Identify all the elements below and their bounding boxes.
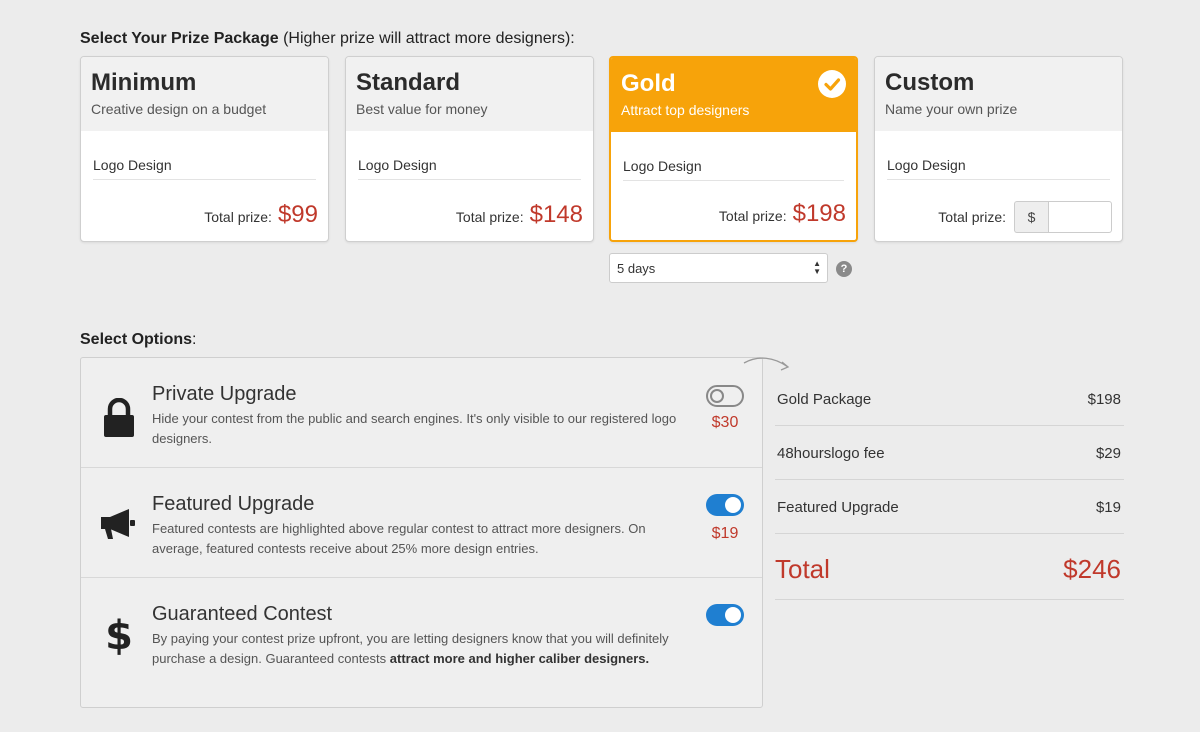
option-description: Hide your contest from the public and se… <box>152 411 677 446</box>
package-amount: $99 <box>277 201 318 228</box>
package-amount: $148 <box>529 201 583 228</box>
package-card-header: Minimum Creative design on a budget <box>81 57 328 131</box>
option-guaranteed-contest: $ Guaranteed Contest By paying your cont… <box>81 578 762 708</box>
package-name: Minimum <box>91 69 197 96</box>
duration-selected-value: 5 days <box>617 260 656 276</box>
option-title: Guaranteed Contest <box>152 603 333 625</box>
package-item: Logo Design <box>93 157 316 180</box>
package-item: Logo Design <box>358 157 581 180</box>
package-subtitle: Creative design on a budget <box>91 101 267 117</box>
package-total: Total prize: $198 <box>718 200 846 227</box>
package-card-standard[interactable]: Standard Best value for money Logo Desig… <box>345 56 594 242</box>
package-total: Total prize: $148 <box>455 201 583 228</box>
option-price: $30 <box>711 414 739 431</box>
currency-addon: $ <box>1014 201 1048 233</box>
custom-prize-input[interactable] <box>1048 201 1112 233</box>
options-heading: Select Options: <box>80 331 197 348</box>
total-value: $246 <box>1063 554 1121 584</box>
package-total: Total prize: $ <box>938 197 1112 233</box>
package-subtitle: Best value for money <box>356 101 488 117</box>
package-card-custom[interactable]: Custom Name your own prize Logo Design T… <box>874 56 1123 242</box>
package-amount: $198 <box>792 200 846 227</box>
summary-row: Featured Upgrade $19 <box>775 480 1124 534</box>
options-panel: Private Upgrade Hide your contest from t… <box>80 357 763 708</box>
guaranteed-contest-toggle[interactable] <box>706 604 744 626</box>
dollar-icon: $ <box>105 613 133 659</box>
option-title: Featured Upgrade <box>152 493 315 515</box>
total-label: Total <box>775 554 830 584</box>
package-total: Total prize: $99 <box>204 201 318 228</box>
package-card-header: Standard Best value for money <box>346 57 593 131</box>
summary-total: Total $246 <box>775 534 1124 600</box>
package-name: Standard <box>356 69 461 96</box>
select-arrows-icon: ▲ ▼ <box>813 259 821 276</box>
option-description: Featured contests are highlighted above … <box>152 521 646 556</box>
package-subtitle: Name your own prize <box>885 101 1018 117</box>
help-icon[interactable]: ? <box>836 261 852 277</box>
duration-select[interactable]: 5 days ▲ ▼ <box>609 253 828 283</box>
summary-row: Gold Package $198 <box>775 372 1124 426</box>
option-title: Private Upgrade <box>152 383 297 405</box>
package-name: Custom <box>885 69 975 96</box>
custom-prize-input-group: $ <box>1014 201 1112 233</box>
option-private-upgrade: Private Upgrade Hide your contest from t… <box>81 358 762 468</box>
order-summary: Gold Package $198 48hourslogo fee $29 Fe… <box>775 372 1124 600</box>
checkmark-icon <box>818 70 846 98</box>
option-featured-upgrade: Featured Upgrade Featured contests are h… <box>81 468 762 578</box>
featured-upgrade-toggle[interactable] <box>706 494 744 516</box>
megaphone-icon <box>99 502 139 546</box>
package-card-header: Gold Attract top designers <box>611 58 856 132</box>
lock-icon <box>99 396 139 440</box>
package-subtitle: Attract top designers <box>621 102 750 118</box>
prize-package-heading: Select Your Prize Package (Higher prize … <box>80 30 575 47</box>
summary-row: 48hourslogo fee $29 <box>775 426 1124 480</box>
package-name: Gold <box>621 70 676 97</box>
package-item: Logo Design <box>887 157 1110 180</box>
option-description: By paying your contest prize upfront, yo… <box>152 631 669 666</box>
package-card-header: Custom Name your own prize <box>875 57 1122 131</box>
private-upgrade-toggle[interactable] <box>706 385 744 407</box>
package-card-gold[interactable]: Gold Attract top designers Logo Design T… <box>609 56 858 242</box>
option-price: $19 <box>711 525 739 542</box>
package-item: Logo Design <box>623 158 844 181</box>
package-card-minimum[interactable]: Minimum Creative design on a budget Logo… <box>80 56 329 242</box>
